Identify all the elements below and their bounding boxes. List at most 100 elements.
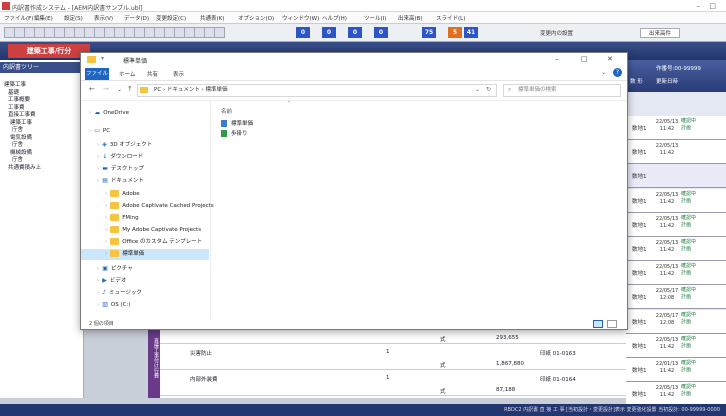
- menu-item[interactable]: ヘルプ(H): [322, 14, 347, 22]
- nav-item[interactable]: › 標準単価: [81, 249, 209, 260]
- nav-item-label: Office のカスタム テンプレート: [122, 239, 203, 245]
- back-arrow-icon[interactable]: ←: [89, 85, 95, 93]
- chevron-right-icon[interactable]: ›: [89, 110, 91, 116]
- chevron-right-icon[interactable]: ›: [97, 154, 99, 160]
- search-input[interactable]: 標準単価の検索: [503, 84, 621, 97]
- nav-item-label: 標準単価: [122, 251, 145, 257]
- menu-item[interactable]: オプション(O): [238, 14, 274, 22]
- row-price: 293,655: [496, 335, 519, 341]
- maximize-icon[interactable]: □: [709, 2, 716, 10]
- menu-item[interactable]: ツール(I): [364, 14, 386, 22]
- nav-item[interactable]: › ▣ ピクチャ: [81, 263, 209, 274]
- tab-building-work[interactable]: 建築工事/行分: [8, 44, 90, 58]
- menu-item[interactable]: データ(D): [124, 14, 149, 22]
- table-row[interactable]: 式 293,655: [160, 332, 626, 344]
- file-item[interactable]: 歩掛り: [221, 129, 248, 137]
- chevron-right-icon[interactable]: ›: [97, 166, 99, 172]
- refresh-icon[interactable]: ↻: [486, 86, 491, 93]
- nav-item[interactable]: › Adobe Captivate Cached Projects: [81, 201, 214, 212]
- nav-item[interactable]: › ☁ OneDrive: [81, 107, 209, 118]
- menu-item[interactable]: 共通表(K): [200, 14, 224, 22]
- nav-item[interactable]: › FMing: [81, 213, 209, 224]
- table-row[interactable]: 内部外装費 1 印紙 01-0164: [160, 372, 626, 384]
- quick-access-icon[interactable]: ▾: [101, 55, 104, 62]
- menu-item[interactable]: ウィンドウ(W): [282, 14, 319, 22]
- nav-item[interactable]: › ◈ 3D オブジェクト: [81, 139, 209, 150]
- table-row[interactable]: 数地1 22/05/13 11:42 確認中 計画: [626, 237, 726, 261]
- chevron-down-icon[interactable]: ⌄: [601, 69, 606, 76]
- menu-item[interactable]: ファイル(F): [4, 14, 33, 22]
- column-header-name[interactable]: 名前: [221, 107, 232, 115]
- nav-item[interactable]: › ▶ ビデオ: [81, 275, 209, 286]
- table-row[interactable]: 式 1,867,880: [160, 358, 626, 370]
- minimize-icon[interactable]: –: [555, 55, 559, 63]
- nav-item[interactable]: › ↓ ダウンロード: [81, 151, 209, 162]
- nav-item[interactable]: › My Adobe Captivate Projects: [81, 225, 209, 236]
- menu-item[interactable]: 設定(S): [64, 14, 83, 22]
- table-row[interactable]: 数地1: [626, 164, 726, 189]
- table-row[interactable]: 数地1 22/05/13 11:42 確認中 計画: [626, 188, 726, 213]
- file-item[interactable]: 標準単価: [221, 119, 253, 127]
- chevron-right-icon[interactable]: ›: [97, 278, 99, 284]
- chevron-right-icon[interactable]: ›: [89, 128, 91, 134]
- menu-item[interactable]: 編集(E): [34, 14, 53, 22]
- table-row[interactable]: 数地1 22/05/13 11:42 確認中 計画: [626, 116, 726, 140]
- table-row[interactable]: 数地1 22/05/13 11:42 確認中 計画: [626, 382, 726, 407]
- chevron-right-icon[interactable]: ›: [97, 290, 99, 296]
- table-row[interactable]: 数地1 22/05/13 11:42: [626, 140, 726, 165]
- maximize-icon[interactable]: □: [581, 55, 588, 63]
- chevron-right-icon[interactable]: ›: [105, 191, 107, 197]
- table-row[interactable]: 数地1 22/01/13 11:42 確認中 計画: [626, 358, 726, 382]
- chevron-down-icon[interactable]: ⌄: [475, 86, 480, 93]
- table-row[interactable]: 式 87,188: [160, 384, 626, 396]
- minimize-icon[interactable]: –: [697, 2, 701, 10]
- nav-item[interactable]: › ▬ デスクトップ: [81, 163, 209, 174]
- toolbar-button-icon[interactable]: [214, 27, 225, 38]
- nav-item-label: Adobe: [122, 191, 140, 197]
- chevron-right-icon[interactable]: ›: [97, 142, 99, 148]
- table-row[interactable]: 数地1 22/05/17 12:08 確認中 計画: [626, 309, 726, 334]
- tab-home[interactable]: ホーム: [119, 70, 135, 78]
- table-row[interactable]: 数地1 22/05/13 11:42 確認中 計画: [626, 333, 726, 358]
- table-row[interactable]: 数地1 22/05/17 12:08 確認中 計画: [626, 285, 726, 310]
- nav-item[interactable]: › Adobe: [81, 189, 209, 200]
- table-row[interactable]: 災害防止 1 印紙 01-0163: [160, 346, 626, 358]
- nav-item[interactable]: › ▤ ドキュメント: [81, 175, 209, 186]
- close-icon[interactable]: ✕: [607, 55, 613, 63]
- chevron-right-icon[interactable]: ›: [97, 266, 99, 272]
- address-field[interactable]: PC › ドキュメント › 標準単価: [137, 84, 497, 97]
- chevron-right-icon[interactable]: ›: [97, 302, 99, 308]
- large-icons-view-icon[interactable]: [607, 320, 617, 328]
- file-menu-button[interactable]: ファイル: [85, 68, 109, 80]
- tab-view[interactable]: 表示: [173, 70, 184, 78]
- toolbar-counter: 41: [464, 27, 478, 38]
- menu-item[interactable]: 変更設定(C): [156, 14, 186, 22]
- nav-item[interactable]: › Office のカスタム テンプレート: [81, 237, 209, 248]
- forward-arrow-icon[interactable]: →: [103, 85, 109, 93]
- chevron-right-icon[interactable]: ›: [105, 227, 107, 233]
- up-arrow-icon[interactable]: ↑: [127, 85, 133, 93]
- chevron-right-icon[interactable]: ›: [105, 239, 107, 245]
- details-view-icon[interactable]: [593, 320, 603, 328]
- nav-item[interactable]: › ▭ PC: [81, 125, 209, 136]
- chevron-right-icon[interactable]: ›: [105, 251, 107, 257]
- help-icon[interactable]: ?: [613, 68, 622, 77]
- row-updated: 22/05/13 11:42: [655, 119, 679, 132]
- tab-share[interactable]: 共有: [147, 70, 158, 78]
- tree-node[interactable]: 共通費積み上: [8, 163, 41, 171]
- menu-item[interactable]: 出来高(B): [398, 14, 423, 22]
- chevron-right-icon[interactable]: ›: [105, 215, 107, 221]
- menu-item[interactable]: スライド(L): [436, 14, 465, 22]
- nav-item-label: FMing: [122, 215, 139, 221]
- table-row[interactable]: 数地1 22/05/13 11:42 確認中 計画: [626, 261, 726, 286]
- table-row[interactable]: 数地1 22/05/13 11:42 確認中 計画: [626, 212, 726, 237]
- chevron-right-icon[interactable]: ›: [105, 203, 107, 209]
- right-header: 作番号:00-99999 数 形 更新日時: [626, 60, 726, 92]
- recent-dropdown-icon[interactable]: ⌄: [117, 86, 122, 93]
- filter-dropdown[interactable]: 出来高件: [640, 28, 681, 38]
- chevron-right-icon[interactable]: ›: [97, 178, 99, 184]
- menu-item[interactable]: 表示(V): [94, 14, 113, 22]
- nav-item[interactable]: › ♪ ミュージック: [81, 287, 209, 298]
- explorer-titlebar: ▾ 標準単価 – □ ✕: [81, 53, 627, 67]
- nav-item[interactable]: › ▥ OS (C:): [81, 299, 209, 310]
